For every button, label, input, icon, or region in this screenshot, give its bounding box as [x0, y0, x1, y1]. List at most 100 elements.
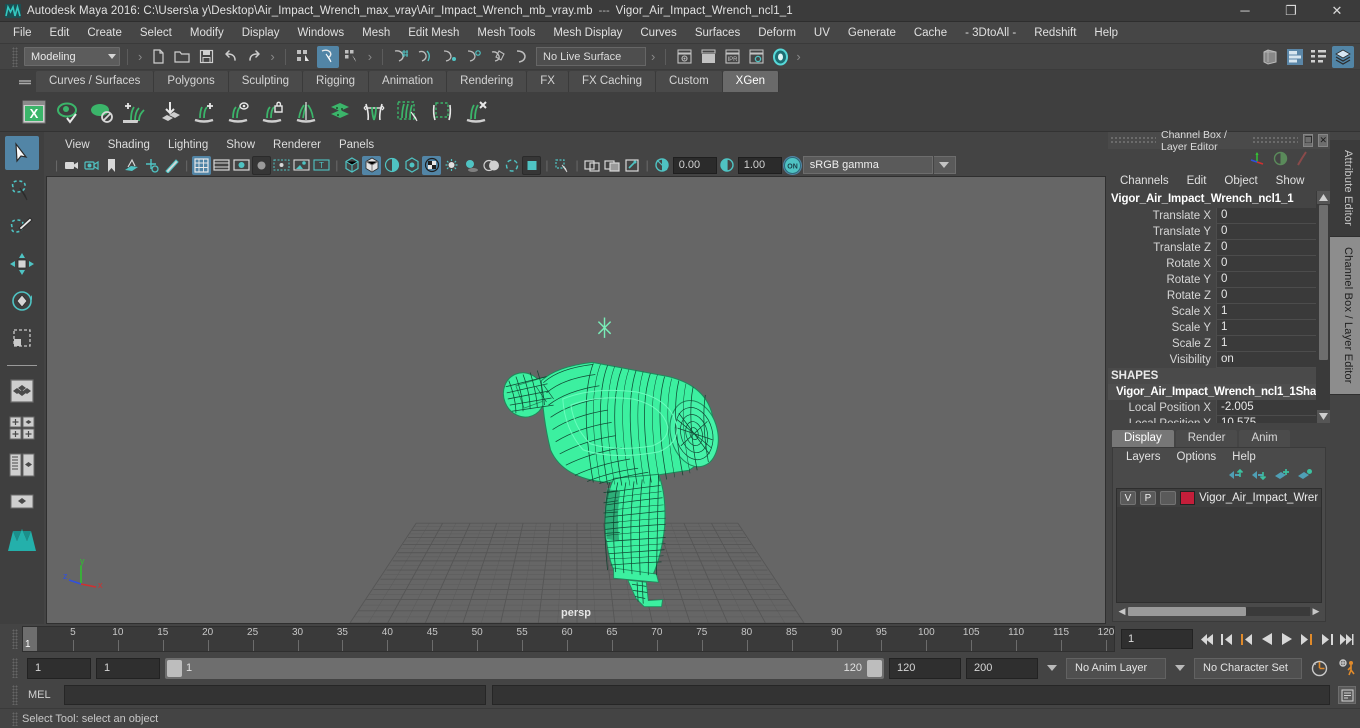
view-transform-dropdown-icon[interactable]	[933, 156, 956, 174]
region-mask-icon[interactable]	[426, 96, 458, 128]
shelf-tab-polygons[interactable]: Polygons	[154, 71, 229, 92]
move-layer-down-icon[interactable]	[1251, 468, 1267, 484]
use-default-material-icon[interactable]	[402, 156, 421, 175]
right-tab-attribute-editor[interactable]: Attribute Editor	[1330, 140, 1360, 237]
close-button[interactable]: ✕	[1314, 0, 1360, 22]
command-input[interactable]	[64, 685, 486, 705]
menu-mesh[interactable]: Mesh	[353, 24, 399, 42]
make-live-icon[interactable]	[510, 46, 532, 68]
isolate-select-icon[interactable]	[553, 156, 572, 175]
panel-close-button[interactable]: ✕	[1318, 134, 1328, 147]
channel-row[interactable]: Scale X 1	[1108, 304, 1316, 320]
xray-active-components-icon[interactable]	[623, 156, 642, 175]
persp-outliner-layout-icon[interactable]	[5, 448, 39, 482]
view-transform-field[interactable]: sRGB gamma	[802, 156, 933, 174]
shelf-tab-sculpting[interactable]: Sculpting	[228, 71, 304, 92]
menu-deform[interactable]: Deform	[749, 24, 805, 42]
safe-action-icon[interactable]	[292, 156, 311, 175]
menu-uv[interactable]: UV	[805, 24, 839, 42]
viewport-toolbar-grip[interactable]: |	[52, 158, 61, 172]
menu-redshift[interactable]: Redshift	[1025, 24, 1085, 42]
scroll-thumb-horizontal[interactable]	[1128, 607, 1246, 616]
select-hierarchy-icon[interactable]	[293, 46, 315, 68]
channel-row[interactable]: Translate X 0	[1108, 208, 1316, 224]
range-start-field[interactable]: 1	[96, 657, 160, 679]
file-section-collapse-icon[interactable]: ›	[267, 49, 277, 64]
place-primitive-icon[interactable]	[154, 96, 186, 128]
save-scene-icon[interactable]	[195, 46, 217, 68]
step-back-key-icon[interactable]	[1237, 628, 1256, 650]
minimize-button[interactable]: ─	[1222, 0, 1268, 22]
layer-menu-options[interactable]: Options	[1170, 451, 1224, 463]
range-end-handle[interactable]	[867, 659, 882, 677]
layer-menu-help[interactable]: Help	[1225, 451, 1263, 463]
persp-graph-layout-icon[interactable]	[5, 485, 39, 519]
menu-set-selector[interactable]: Modeling	[24, 47, 120, 66]
anim-layer-field[interactable]: No Anim Layer	[1066, 657, 1166, 679]
layer-color-swatch[interactable]	[1180, 491, 1196, 505]
gamma-field[interactable]: 1.00	[737, 156, 782, 174]
shelf-tab-animation[interactable]: Animation	[369, 71, 448, 92]
time-slider[interactable]: 1 5 10 15 20 25 30 35 40 45 50 55 60 65 70 75 80 85 90 95 1…	[22, 626, 1115, 652]
menu-edit-mesh[interactable]: Edit Mesh	[399, 24, 468, 42]
shadows-icon[interactable]	[462, 156, 481, 175]
render-current-frame-icon[interactable]	[673, 46, 695, 68]
menu-mesh-display[interactable]: Mesh Display	[544, 24, 631, 42]
channel-value[interactable]: 0	[1216, 256, 1316, 272]
motion-blur-icon[interactable]	[502, 156, 521, 175]
channel-value[interactable]: 0	[1216, 224, 1316, 240]
menu-cache[interactable]: Cache	[905, 24, 956, 42]
step-forward-key-icon[interactable]	[1297, 628, 1316, 650]
menu-3dtoall[interactable]: - 3DtoAll -	[956, 24, 1025, 42]
snap-section-collapse-icon[interactable]: ›	[648, 49, 658, 64]
move-tool[interactable]	[5, 247, 39, 281]
disable-preview-icon[interactable]	[86, 96, 118, 128]
hypergraph-icon[interactable]	[1284, 46, 1306, 68]
menu-mesh-tools[interactable]: Mesh Tools	[468, 24, 544, 42]
section-collapse-icon[interactable]: ›	[135, 49, 145, 64]
open-scene-icon[interactable]	[171, 46, 193, 68]
camera-attributes-icon[interactable]	[82, 156, 101, 175]
viewport-menu-panels[interactable]: Panels	[330, 138, 383, 152]
layer-list[interactable]: VP. Vigor_Air_Impact_Wrenc	[1116, 488, 1322, 603]
toggle-attributes-icon[interactable]	[1273, 151, 1288, 169]
add-grooming-icon[interactable]	[188, 96, 220, 128]
textured-icon[interactable]	[422, 155, 442, 175]
menu-generate[interactable]: Generate	[839, 24, 905, 42]
layer-editor-tab-anim[interactable]: Anim	[1239, 430, 1290, 447]
gamma-icon[interactable]	[718, 156, 737, 175]
go-to-start-icon[interactable]	[1197, 628, 1216, 650]
single-pane-layout-icon[interactable]	[5, 374, 39, 408]
channel-row[interactable]: Translate Y 0	[1108, 224, 1316, 240]
select-component-icon[interactable]	[341, 46, 363, 68]
channel-value[interactable]: 10.575	[1216, 416, 1316, 423]
scroll-up-arrow-icon[interactable]	[1316, 191, 1330, 204]
menu-display[interactable]: Display	[233, 24, 289, 42]
panel-grip-right[interactable]	[1252, 136, 1299, 145]
outliner-icon[interactable]	[1260, 46, 1282, 68]
delete-guides-icon[interactable]	[460, 96, 492, 128]
shelf-tab-fx-caching[interactable]: FX Caching	[568, 71, 657, 92]
menu-select[interactable]: Select	[131, 24, 181, 42]
go-to-end-icon[interactable]	[1337, 628, 1356, 650]
channel-value[interactable]: 1	[1216, 320, 1316, 336]
channel-row[interactable]: Translate Z 0	[1108, 240, 1316, 256]
color-management-icon[interactable]: ON	[782, 155, 802, 175]
command-language-label[interactable]: MEL	[28, 689, 58, 701]
menu-file[interactable]: File	[4, 24, 41, 42]
new-scene-icon[interactable]	[147, 46, 169, 68]
channel-value[interactable]: on	[1216, 352, 1316, 368]
layer-editor-icon[interactable]	[1332, 46, 1354, 68]
clump-modifier-icon[interactable]	[358, 96, 390, 128]
screen-space-ao-icon[interactable]	[482, 156, 501, 175]
live-surface-field[interactable]: No Live Surface	[536, 47, 647, 66]
channel-row[interactable]: Scale Y 1	[1108, 320, 1316, 336]
select-camera-icon[interactable]	[62, 156, 81, 175]
current-frame-field[interactable]: 1	[1121, 629, 1193, 649]
character-set-dropdown-icon[interactable]	[1175, 665, 1185, 671]
channel-box-menu-edit[interactable]: Edit	[1179, 174, 1215, 188]
snap-to-grid-icon[interactable]	[390, 46, 412, 68]
viewport-menu-renderer[interactable]: Renderer	[264, 138, 330, 152]
select-region-icon[interactable]	[392, 96, 424, 128]
channel-value[interactable]: -2.005	[1216, 400, 1316, 416]
